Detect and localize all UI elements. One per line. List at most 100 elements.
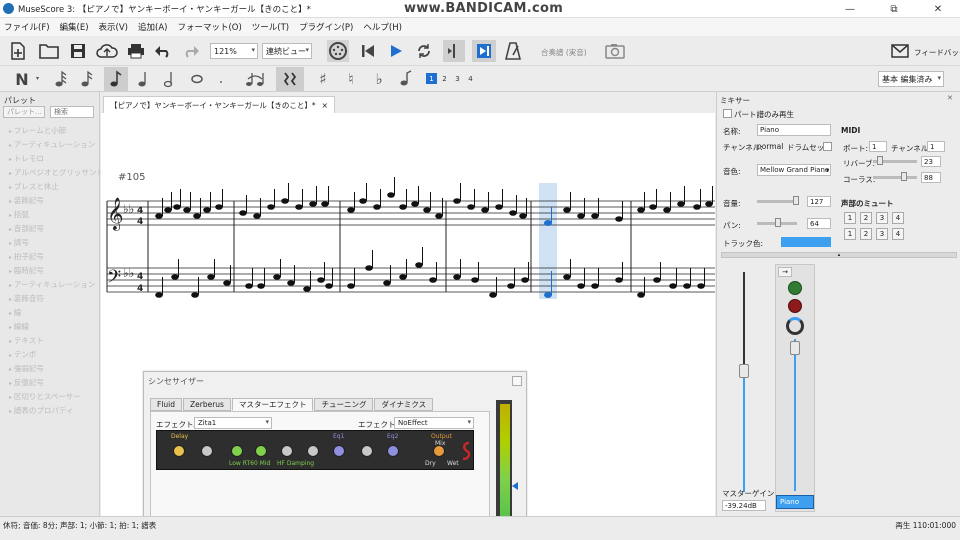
play-icon[interactable] (386, 42, 406, 60)
tab-fluid[interactable]: Fluid (150, 398, 182, 411)
flat-icon[interactable]: ♭ (370, 69, 388, 89)
natural-icon[interactable]: ♮ (342, 69, 360, 89)
camera-icon[interactable] (604, 42, 626, 60)
drumset-checkbox[interactable] (823, 142, 832, 151)
rt60-low-knob[interactable] (231, 445, 243, 457)
chorus-spinbox[interactable]: 88 (921, 172, 941, 183)
delay-knob[interactable] (173, 445, 185, 457)
tie-icon[interactable] (244, 69, 266, 89)
eq1-freq-knob[interactable] (307, 445, 319, 457)
eq2-freq-knob[interactable] (361, 445, 373, 457)
mute-voice-1-staff2[interactable]: 1 (844, 228, 856, 240)
16th-note-icon[interactable] (104, 67, 128, 91)
mail-icon[interactable] (890, 43, 910, 59)
palette-item[interactable]: アーティキュレーション (0, 278, 100, 292)
sound-select[interactable]: Mellow Grand Piano ▾ (757, 164, 831, 176)
rewind-icon[interactable] (358, 42, 378, 60)
effect-b-select[interactable]: NoEffect ▾ (394, 417, 474, 429)
menu-file[interactable]: ファイル(F) (4, 21, 50, 33)
menu-format[interactable]: フォーマット(O) (177, 21, 241, 33)
palette-item[interactable]: アーティキュレーション (0, 138, 100, 152)
midi-channel-spinbox[interactable]: 1 (927, 141, 945, 152)
sharp-icon[interactable]: ♯ (314, 69, 332, 89)
note-input-mode-icon[interactable]: N (12, 70, 32, 89)
palette-item[interactable]: テンポ (0, 348, 100, 362)
chorus-slider[interactable] (873, 176, 917, 179)
palette-item[interactable]: 反復記号 (0, 376, 100, 390)
minimize-button[interactable]: — (828, 0, 872, 18)
master-gain-spinbox[interactable]: -39.24dB (722, 500, 766, 511)
part-only-checkbox[interactable] (723, 109, 732, 118)
pan-score-icon[interactable] (472, 40, 496, 62)
meter-pointer-icon[interactable] (512, 482, 518, 490)
name-field[interactable]: Piano (757, 124, 831, 136)
save-icon[interactable] (68, 41, 88, 61)
32nd-note-icon[interactable] (78, 69, 96, 89)
palette-item[interactable]: 譜表のプロパティ (0, 404, 100, 418)
output-mix-knob[interactable] (433, 445, 445, 457)
mute-voice-4-staff1[interactable]: 4 (892, 212, 904, 224)
rest-icon[interactable] (276, 67, 304, 91)
menu-tools[interactable]: ツール(T) (252, 21, 289, 33)
mute-voice-4-staff2[interactable]: 4 (892, 228, 904, 240)
eq1-gain-knob[interactable] (333, 445, 345, 457)
mute-icon[interactable] (788, 299, 802, 313)
crossover-knob[interactable] (201, 445, 213, 457)
volume-slider[interactable] (757, 200, 797, 203)
palette-item[interactable]: 括弧 (0, 208, 100, 222)
augmentation-dot-icon[interactable]: . (214, 69, 228, 89)
zoom-select[interactable]: 121% ▾ (210, 43, 258, 59)
tab-master-effects[interactable]: マスターエフェクト (231, 398, 314, 411)
details-collapse-bar[interactable]: ▴ (721, 252, 957, 258)
loop-in-icon[interactable] (443, 40, 465, 62)
palette-item[interactable]: 装飾記号 (0, 194, 100, 208)
menu-view[interactable]: 表示(V) (99, 21, 128, 33)
chevron-down-icon[interactable]: ▾ (36, 75, 39, 82)
menu-edit[interactable]: 編集(E) (60, 21, 89, 33)
palette-item[interactable]: 調号 (0, 236, 100, 250)
menu-help[interactable]: ヘルプ(H) (363, 21, 402, 33)
mute-voice-3-staff1[interactable]: 3 (876, 212, 888, 224)
concert-pitch-toggle[interactable]: 合奏譜 (実音) (541, 47, 587, 58)
voice-4-button[interactable]: 4 (465, 73, 476, 84)
tab-tuning[interactable]: チューニング (314, 398, 374, 411)
tab-zerberus[interactable]: Zerberus (183, 398, 231, 411)
maximize-button[interactable]: ⧉ (872, 0, 916, 18)
expand-arrow-icon[interactable]: → (778, 267, 792, 277)
pan-slider-handle[interactable] (775, 218, 781, 227)
palette-item[interactable]: テキスト (0, 334, 100, 348)
palette-item[interactable]: アルペジオとグリッサンド (0, 166, 104, 180)
8th-note-icon[interactable] (134, 69, 152, 89)
voice-3-button[interactable]: 3 (452, 73, 463, 84)
view-mode-select[interactable]: 連続ビュー ▾ (262, 43, 312, 59)
palette-item[interactable]: 線 (0, 306, 100, 320)
master-gain-handle[interactable] (739, 364, 749, 378)
redo-icon[interactable] (180, 41, 202, 61)
palette-menu-button[interactable]: パレット... (3, 106, 45, 118)
chorus-slider-handle[interactable] (901, 172, 907, 181)
menu-plugins[interactable]: プラグイン(P) (299, 21, 353, 33)
palette-item[interactable]: 線線 (0, 320, 100, 334)
close-tab-icon[interactable]: × (322, 101, 328, 110)
menu-add[interactable]: 追加(A) (138, 21, 167, 33)
rt60-mid-knob[interactable] (255, 445, 267, 457)
channel-volume-handle[interactable] (790, 341, 800, 355)
palette-item[interactable]: トレモロ (0, 152, 100, 166)
loop-icon[interactable] (414, 42, 434, 60)
midi-input-icon[interactable] (326, 39, 350, 63)
voice-1-button[interactable]: 1 (426, 73, 437, 84)
reverb-spinbox[interactable]: 23 (921, 156, 941, 167)
half-note-icon[interactable] (188, 69, 206, 89)
workspace-select[interactable]: 基本 編集済み ▾ (878, 71, 944, 87)
close-icon[interactable]: ✕ (947, 94, 953, 102)
mute-voice-1-staff1[interactable]: 1 (844, 212, 856, 224)
track-color-swatch[interactable] (781, 237, 831, 247)
palette-item[interactable]: ブレスと休止 (0, 180, 100, 194)
palette-search-input[interactable] (50, 106, 94, 118)
channel-volume-track[interactable] (794, 339, 796, 491)
solo-icon[interactable] (788, 281, 802, 295)
palette-item[interactable]: 強弱記号 (0, 362, 100, 376)
new-file-icon[interactable] (8, 41, 28, 61)
quarter-note-icon[interactable] (160, 69, 178, 89)
eq2-gain-knob[interactable] (387, 445, 399, 457)
